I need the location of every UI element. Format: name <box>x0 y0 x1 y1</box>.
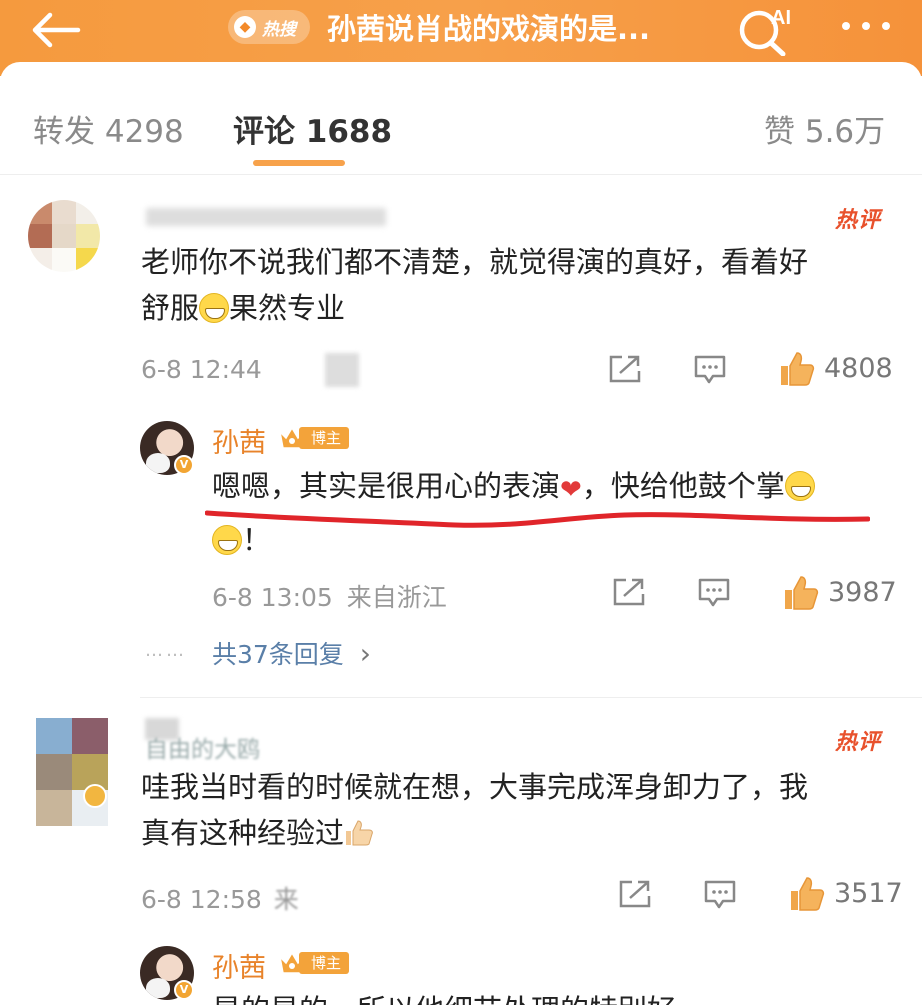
comment-text-part: 果然专业 <box>229 291 346 325</box>
blurred-location <box>325 353 359 387</box>
hot-search-label: 热搜 <box>262 20 296 40</box>
hot-comment-tag: 热评 <box>835 208 882 233</box>
reply-text-partial: 是的是的，所以他细节处理的特别好 <box>212 990 676 1005</box>
reply-time: 6-8 13:05 <box>212 583 333 612</box>
like-count: 3987 <box>828 577 897 608</box>
verified-badge-icon: V <box>174 980 194 1000</box>
like-button[interactable]: 3517 <box>788 875 908 915</box>
reply-timestamp: 6-8 13:05 来自浙江 <box>212 578 447 614</box>
reply-location: 来自浙江 <box>346 583 447 612</box>
author-name[interactable]: 孙茜 <box>212 421 266 460</box>
thumbs-up-icon <box>781 352 815 386</box>
comment-line-2: 真有这种经验过 <box>141 810 901 856</box>
hot-search-badge[interactable]: ◆ 热搜 <box>228 10 310 44</box>
verified-badge-icon: V <box>174 455 194 475</box>
comment-line-1: 老师你不说我们都不清楚，就觉得演的真好，看着好 <box>141 245 809 279</box>
hot-comment-tag: 热评 <box>835 730 882 755</box>
blogger-badge-label: 博主 <box>299 427 350 449</box>
username-blurred[interactable] <box>146 208 386 226</box>
more-options-icon[interactable] <box>840 14 894 38</box>
grin-emoji-icon <box>199 293 230 323</box>
comment-text-part: 舒服 <box>141 291 200 325</box>
comment-icon[interactable] <box>703 879 737 909</box>
tab-comments[interactable]: 评论 1688 <box>233 106 392 151</box>
share-icon[interactable] <box>612 577 646 607</box>
reply-text-part: ，快给他鼓个掌 <box>581 469 785 503</box>
comment-time: 6-8 12:58 <box>141 885 262 914</box>
avatar[interactable] <box>36 718 108 826</box>
comment-line-1: 哇我当时看的时候就在想，大事完成浑身卸力了，我 <box>141 770 809 804</box>
chevron-right-icon: › <box>359 637 371 670</box>
tab-reposts[interactable]: 转发 4298 <box>33 106 184 151</box>
comment-text: 哇我当时看的时候就在想，大事完成浑身卸力了，我 真有这种经验过 <box>141 764 901 856</box>
reply-text-part: 嗯嗯，其实是很用心的表演 <box>212 469 561 503</box>
like-button[interactable]: 3987 <box>782 574 902 614</box>
like-count: 4808 <box>824 353 893 384</box>
more-replies-label: 共37条回复 <box>212 640 344 669</box>
comment-text-part: 真有这种经验过 <box>141 816 345 850</box>
avatar[interactable] <box>28 200 100 272</box>
comment-line-2: 舒服 果然专业 <box>141 285 901 331</box>
dots-separator: …… <box>145 640 187 661</box>
comment-text: 老师你不说我们都不清楚，就觉得演的真好，看着好 舒服 果然专业 <box>141 239 901 331</box>
tab-bar: 转发 4298 评论 1688 赞 5.6万 <box>0 62 922 160</box>
comment-icon[interactable] <box>697 577 731 607</box>
red-handdrawn-underline <box>205 510 870 528</box>
ai-label: AI <box>771 7 791 29</box>
verified-badge-icon <box>83 784 107 808</box>
page-title: 孙茜说肖战的戏演的是... <box>327 12 651 46</box>
view-more-replies-link[interactable]: 共37条回复 › <box>212 635 371 671</box>
tab-likes[interactable]: 赞 5.6万 <box>764 106 885 151</box>
author-name[interactable]: 孙茜 <box>212 946 266 985</box>
share-icon[interactable] <box>618 879 652 909</box>
tabs-divider <box>0 174 922 175</box>
thumbs-up-emoji-icon <box>346 820 373 846</box>
like-count: 3517 <box>834 878 903 909</box>
share-icon[interactable] <box>608 354 642 384</box>
grin-emoji-icon <box>784 471 815 501</box>
thumbs-up-icon <box>791 877 825 911</box>
back-arrow-icon[interactable] <box>28 10 84 50</box>
comment-divider <box>140 697 922 698</box>
comment-timestamp: 6-8 12:58 来 <box>141 880 299 916</box>
blogger-badge-label: 博主 <box>299 952 350 974</box>
comment-timestamp: 6-8 12:44 <box>141 355 262 384</box>
comment-location-partial: 来 <box>273 885 299 914</box>
comment-icon[interactable] <box>693 354 727 384</box>
active-tab-indicator <box>253 160 345 166</box>
username-partial[interactable]: 自由的大鸥 <box>145 730 260 764</box>
like-button[interactable]: 4808 <box>778 350 898 390</box>
thumbs-up-icon <box>785 576 819 610</box>
flame-icon: ◆ <box>234 16 256 38</box>
ai-search-icon[interactable]: AI <box>735 2 795 56</box>
